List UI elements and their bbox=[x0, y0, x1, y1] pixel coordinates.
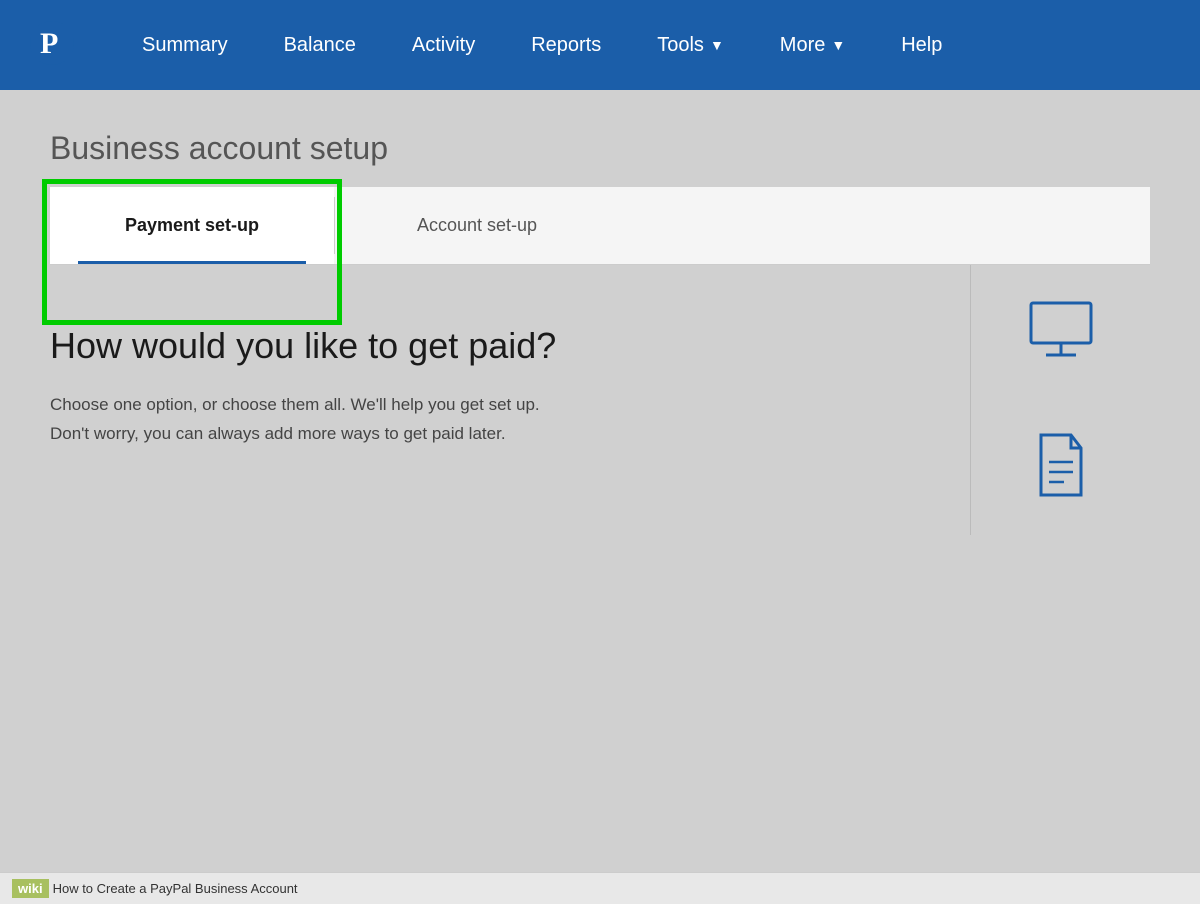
svg-text:P: P bbox=[40, 27, 58, 60]
nav-item-summary[interactable]: Summary bbox=[114, 0, 256, 90]
tabs-container: Payment set-up Account set-up bbox=[50, 187, 1150, 265]
wikihow-label: wiki bbox=[12, 879, 49, 898]
document-icon bbox=[1026, 430, 1096, 505]
tools-chevron-icon: ▼ bbox=[710, 37, 724, 53]
nav-item-balance[interactable]: Balance bbox=[256, 0, 384, 90]
tabs-wrapper: Payment set-up Account set-up How would … bbox=[50, 187, 1150, 535]
nav-item-help[interactable]: Help bbox=[873, 0, 970, 90]
content-sidebar bbox=[970, 265, 1150, 535]
nav-item-tools[interactable]: Tools ▼ bbox=[629, 0, 752, 90]
content-subtext: Choose one option, or choose them all. W… bbox=[50, 391, 940, 449]
monitor-icon bbox=[1026, 295, 1096, 370]
content-area: How would you like to get paid? Choose o… bbox=[50, 265, 1150, 535]
tab-payment-setup[interactable]: Payment set-up bbox=[50, 187, 334, 264]
content-main: How would you like to get paid? Choose o… bbox=[50, 265, 970, 535]
page-title: Business account setup bbox=[50, 130, 1150, 167]
content-heading: How would you like to get paid? bbox=[50, 325, 940, 367]
wikihow-title: How to Create a PayPal Business Account bbox=[53, 881, 298, 896]
navbar: P Summary Balance Activity Reports Tools… bbox=[0, 0, 1200, 90]
tab-account-setup[interactable]: Account set-up bbox=[335, 187, 619, 264]
wikihow-bar: wiki How to Create a PayPal Business Acc… bbox=[0, 872, 1200, 904]
paypal-logo[interactable]: P bbox=[30, 21, 74, 70]
nav-item-reports[interactable]: Reports bbox=[503, 0, 629, 90]
more-chevron-icon: ▼ bbox=[831, 37, 845, 53]
nav-items: Summary Balance Activity Reports Tools ▼… bbox=[114, 0, 1170, 90]
nav-item-activity[interactable]: Activity bbox=[384, 0, 503, 90]
main-content: Business account setup Payment set-up Ac… bbox=[0, 90, 1200, 575]
nav-item-more[interactable]: More ▼ bbox=[752, 0, 873, 90]
